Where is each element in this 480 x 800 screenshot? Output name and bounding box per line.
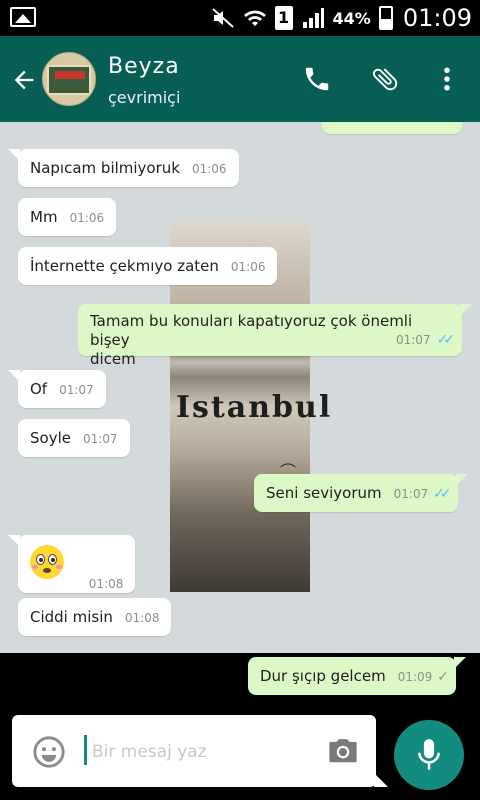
phone-icon[interactable] [302, 64, 332, 94]
message-text: Dur şıçıp gelcem [260, 667, 386, 685]
status-icons: 1 44% 01:09 [211, 4, 472, 32]
message-meta: 01:07 ✓✓ [395, 331, 456, 350]
wifi-icon [243, 10, 266, 26]
message-time: 01:07 [59, 383, 94, 397]
avatar-image [47, 65, 91, 95]
message-text: Ciddi misin [30, 608, 113, 626]
message-text: Mm [30, 208, 58, 226]
flushed-face-icon [30, 545, 64, 579]
avatar[interactable] [42, 52, 96, 106]
message-bubble-incoming[interactable]: Mm 01:06 [18, 198, 117, 236]
clock: 01:09 [402, 4, 472, 32]
message-input[interactable] [92, 739, 312, 765]
double-check-icon: ✓✓ [433, 486, 452, 502]
message-time: 01:08 [88, 577, 124, 591]
microphone-icon [418, 739, 440, 770]
status-bar: 1 44% 01:09 [0, 0, 480, 36]
message-text: Of [30, 380, 48, 398]
composer-area: Dur şıçıp gelcem 01:09 ✓ [0, 653, 480, 800]
message-bubble-outgoing[interactable]: Tamam bu konuları kapatıyoruz çok önemli… [78, 304, 472, 368]
message-bubble-incoming[interactable]: Soyle 01:07 [18, 419, 130, 457]
message-time: 01:06 [230, 260, 266, 274]
battery-percent: 44% [332, 8, 371, 28]
microphone-button[interactable] [394, 720, 464, 790]
message-time: 01:07 [395, 333, 431, 347]
wallpaper-text: Istanbul [176, 390, 333, 425]
message-bubble-incoming[interactable]: Of 01:07 [8, 370, 106, 408]
contact-status: çevrimiçi [108, 88, 181, 107]
contact-name[interactable]: Beyza [108, 54, 180, 79]
single-check-icon: ✓ [437, 669, 449, 685]
message-text: Soyle [30, 429, 71, 447]
message-composer [12, 715, 388, 787]
message-bubble-incoming[interactable]: Napıcam bilmiyoruk 01:06 [8, 149, 239, 187]
camera-icon[interactable] [326, 735, 360, 765]
mute-icon [211, 8, 234, 28]
double-check-icon: ✓✓ [436, 332, 456, 348]
message-time: 01:06 [191, 162, 227, 176]
message-time: 01:08 [124, 611, 160, 625]
message-time: 01:06 [69, 211, 105, 225]
message-time: 01:07 [82, 432, 118, 446]
arrow-left-icon[interactable] [10, 66, 38, 94]
message-list[interactable]: Istanbul ⌒ Napıcam bilmiyoruk 01:06 Mm 01:… [0, 122, 480, 653]
message-bubble-outgoing[interactable]: Dur şıçıp gelcem 01:09 ✓ [248, 657, 466, 695]
signal-icon [302, 8, 324, 28]
message-bubble-incoming[interactable]: Ciddi misin 01:08 [18, 598, 172, 636]
message-time: 01:07 [393, 487, 429, 501]
text-cursor [84, 735, 87, 765]
message-bubble-incoming[interactable]: İnternette çekmıyo zaten 01:06 [18, 247, 278, 285]
chat-header: Beyza çevrimiçi [0, 36, 480, 122]
message-bubble-outgoing[interactable]: Seni seviyorum 01:07 ✓✓ [254, 474, 469, 512]
sim-icon: 1 [274, 6, 293, 30]
message-time: 01:09 [397, 670, 433, 684]
battery-icon [378, 6, 393, 30]
message-bubble-partial[interactable] [322, 122, 462, 134]
smiley-icon[interactable] [32, 735, 66, 769]
paperclip-icon[interactable] [370, 64, 400, 94]
more-vertical-icon[interactable] [432, 64, 462, 94]
message-text-line2: dicem [90, 350, 136, 368]
message-text: Napıcam bilmiyoruk [30, 159, 180, 177]
gallery-notification-icon [10, 7, 36, 27]
message-text: İnternette çekmıyo zaten [30, 257, 219, 275]
message-text: Seni seviyorum [266, 484, 382, 502]
message-bubble-incoming[interactable]: 01:08 [7, 535, 136, 593]
